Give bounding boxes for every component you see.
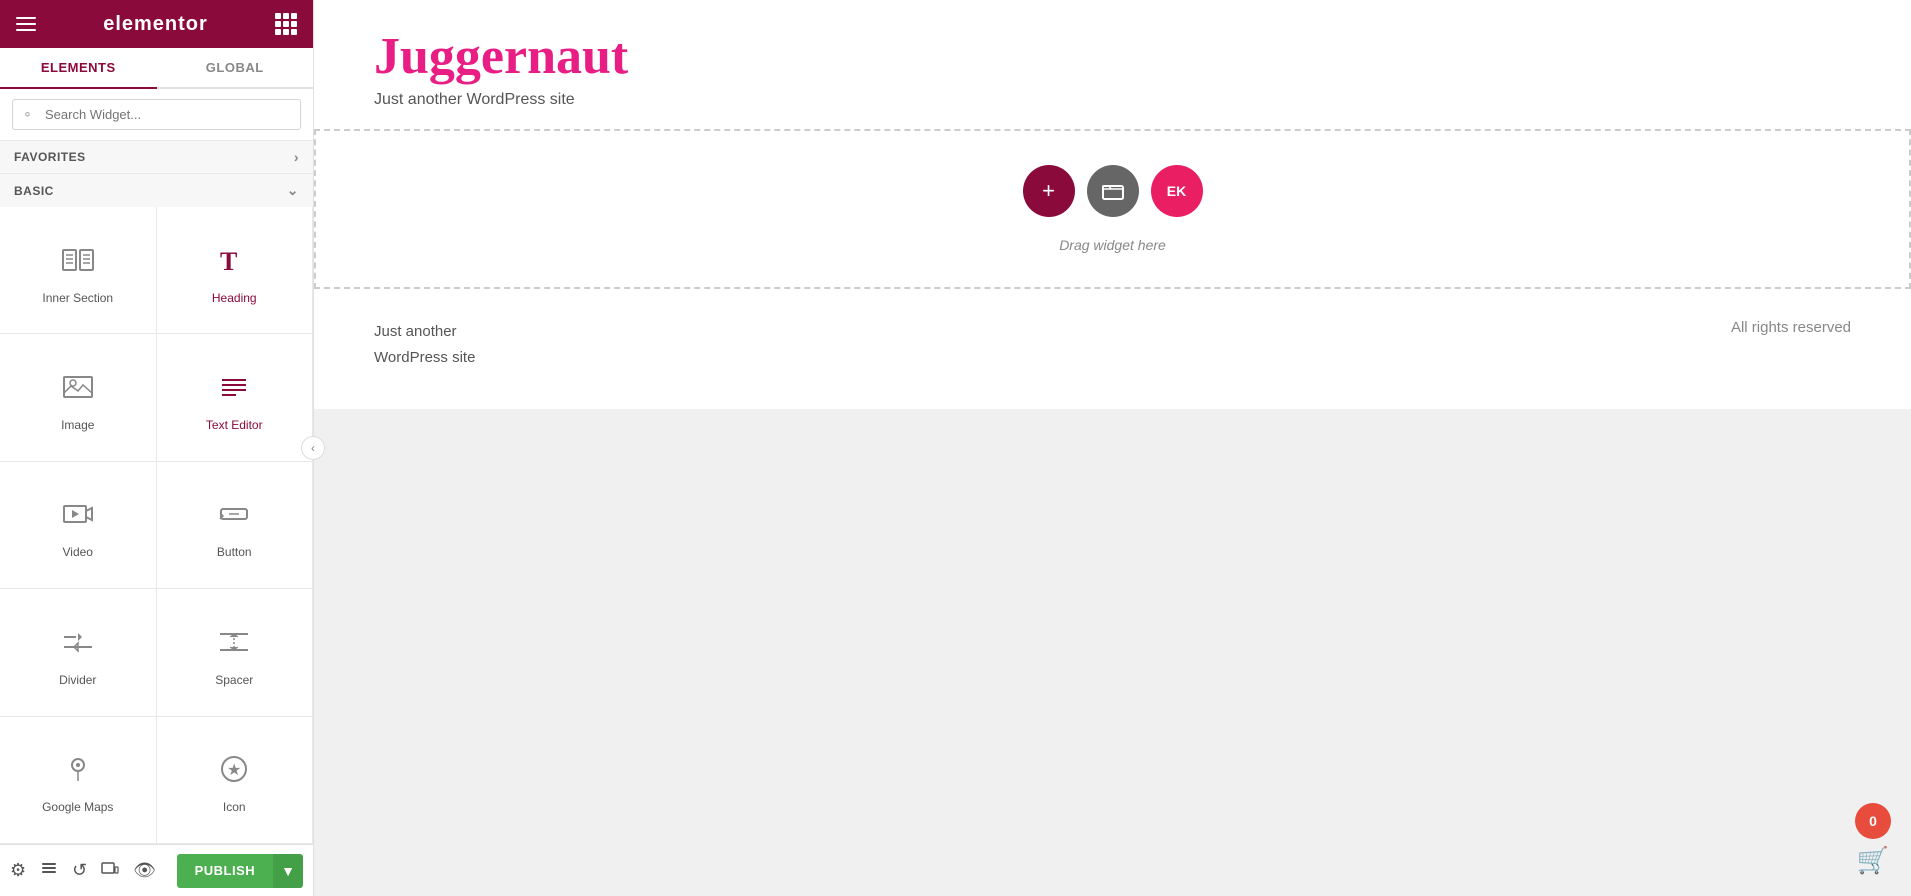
settings-icon[interactable]: ⚙ [10,860,26,881]
basic-label: BASIC [14,184,54,198]
icon-widget-icon: ★ [216,751,252,792]
responsive-icon[interactable] [101,859,119,882]
widget-text-editor[interactable]: Text Editor [157,334,314,461]
spacer-icon [216,624,252,665]
drop-zone: + EK Drag widget here [314,129,1911,289]
svg-text:★: ★ [227,762,241,779]
layers-icon[interactable] [40,859,58,882]
search-icon: ⚬ [22,107,33,123]
basic-section-header[interactable]: BASIC ⌄ [0,173,313,207]
widget-divider-label: Divider [59,673,96,687]
footer-line2: WordPress site [374,349,475,366]
widget-divider[interactable]: Divider [0,589,157,716]
drop-zone-wrapper: + EK Drag widget here [314,129,1911,289]
add-template-folder-button[interactable] [1087,165,1139,217]
widget-grid: Inner Section T Heading Image [0,207,313,844]
cart-icon[interactable]: 🛒 [1857,845,1889,876]
site-footer: Just another WordPress site All rights r… [314,289,1911,409]
widget-video[interactable]: Video [0,462,157,589]
sidebar-tabs: ELEMENTS GLOBAL [0,48,313,89]
site-header: Juggernaut Just another WordPress site [314,0,1911,129]
footer-line1: Just another [374,323,457,340]
image-icon [60,369,96,410]
publish-button-group: PUBLISH ▼ [177,854,303,888]
elementor-templates-button[interactable]: EK [1151,165,1203,217]
button-icon [216,496,252,537]
widget-spacer[interactable]: Spacer [157,589,314,716]
widget-image-label: Image [61,418,94,432]
site-title: Juggernaut [374,28,1851,85]
widget-heading-label: Heading [212,291,257,305]
search-area: ⚬ [0,89,313,140]
google-maps-icon [60,751,96,792]
canvas-area: Juggernaut Just another WordPress site +… [314,0,1911,896]
svg-text:T: T [220,247,237,276]
video-icon [60,496,96,537]
cart-count-badge[interactable]: 0 [1855,803,1891,839]
sidebar: elementor ELEMENTS GLOBAL ⚬ FAVORITES › … [0,0,314,896]
search-input[interactable] [12,99,301,130]
widget-button-label: Button [217,545,252,559]
eye-icon[interactable]: 👁 [133,860,156,881]
widget-inner-section-label: Inner Section [42,291,113,305]
widget-video-label: Video [63,545,93,559]
favorites-label: FAVORITES [14,150,86,164]
inner-section-icon [60,242,96,283]
tab-elements[interactable]: ELEMENTS [0,48,157,89]
grid-icon[interactable] [275,13,297,35]
widget-image[interactable]: Image [0,334,157,461]
heading-icon: T [216,242,252,283]
footer-right-text: All rights reserved [1731,319,1851,336]
widget-button[interactable]: Button [157,462,314,589]
drag-hint: Drag widget here [1059,237,1166,253]
favorites-arrow-icon: › [294,149,299,165]
sidebar-bottom-toolbar: ⚙ ↺ 👁 PUBLISH ▼ [0,844,313,896]
site-tagline: Just another WordPress site [374,91,1851,109]
widget-google-maps-label: Google Maps [42,800,113,814]
drop-zone-buttons: + EK [1023,165,1203,217]
widget-google-maps[interactable]: Google Maps [0,717,157,844]
sidebar-header: elementor [0,0,313,48]
widget-text-editor-label: Text Editor [206,418,263,432]
tab-global[interactable]: GLOBAL [157,48,314,89]
add-widget-button[interactable]: + [1023,165,1075,217]
hamburger-icon[interactable] [16,17,36,31]
widget-heading[interactable]: T Heading [157,207,314,334]
footer-left-text: Just another WordPress site [374,319,475,370]
publish-dropdown-button[interactable]: ▼ [273,854,303,888]
widget-icon[interactable]: ★ Icon [157,717,314,844]
sidebar-collapse-handle[interactable]: ‹ [301,436,325,460]
bottom-icons: ⚙ ↺ 👁 [10,859,156,882]
elementor-logo: elementor [103,13,208,36]
widget-spacer-label: Spacer [215,673,253,687]
main-canvas: Juggernaut Just another WordPress site +… [314,0,1911,896]
cart-area: 0 🛒 [1855,803,1891,876]
divider-icon [60,624,96,665]
history-icon[interactable]: ↺ [72,860,87,881]
favorites-section-header[interactable]: FAVORITES › [0,140,313,173]
publish-main-button[interactable]: PUBLISH [177,854,274,888]
widget-icon-label: Icon [223,800,246,814]
widget-inner-section[interactable]: Inner Section [0,207,157,334]
text-editor-icon [216,369,252,410]
basic-arrow-icon: ⌄ [287,182,299,199]
